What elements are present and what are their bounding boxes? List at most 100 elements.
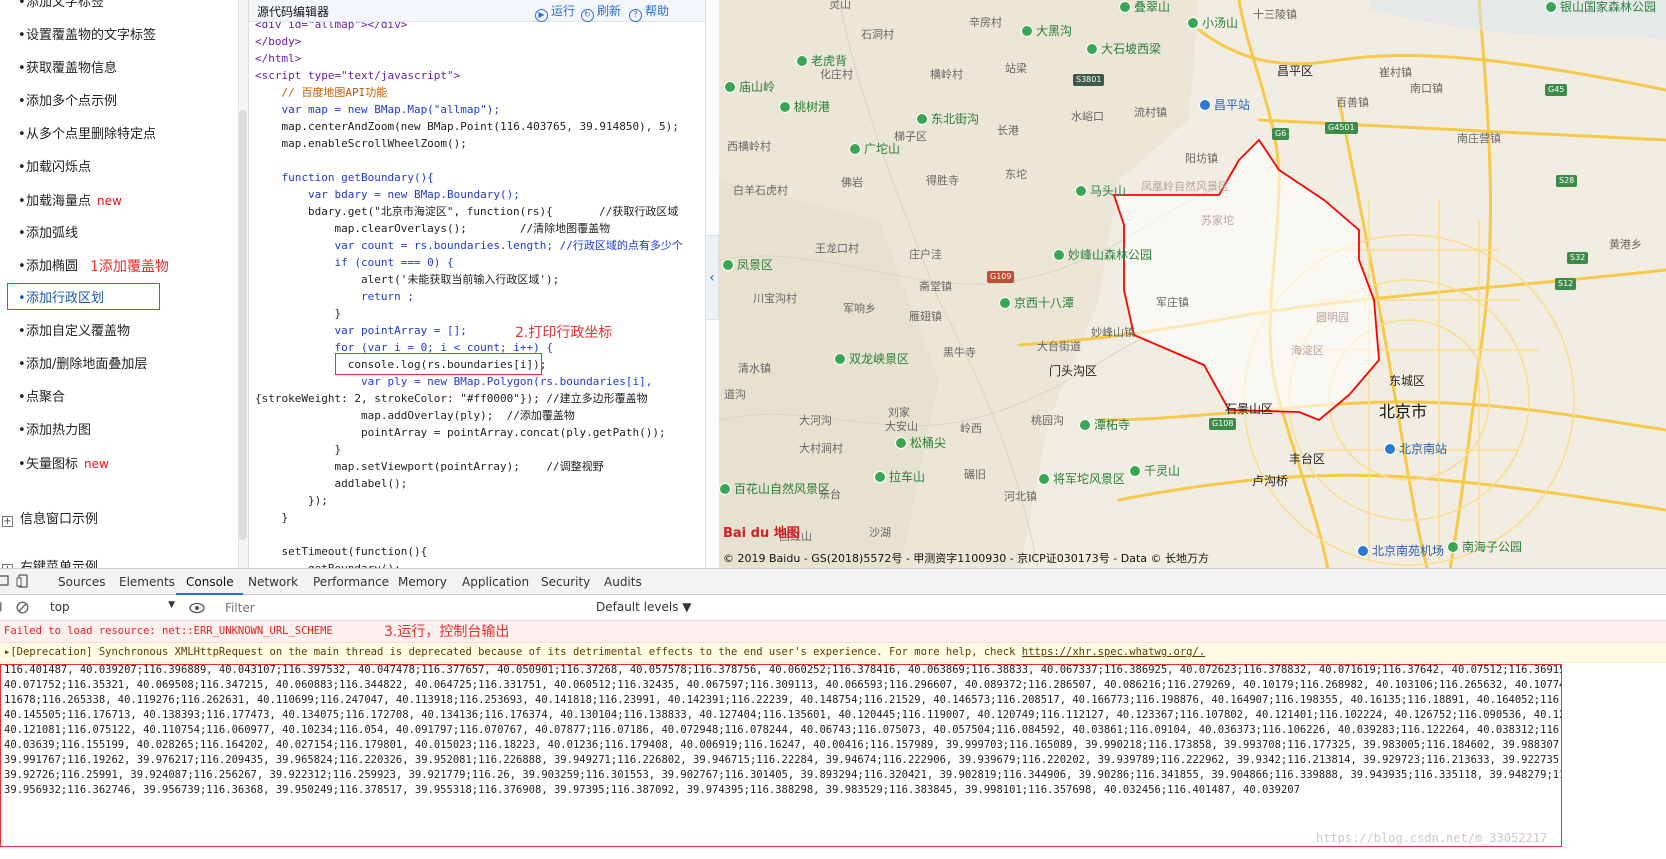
map-place-label[interactable]: 崔村镇 xyxy=(1379,64,1412,80)
map-place-label[interactable]: 碾旧 xyxy=(964,466,986,482)
map-place-label[interactable]: 桃园沟 xyxy=(1031,412,1064,428)
tab-console[interactable]: Console xyxy=(186,575,234,589)
map-place-label[interactable]: 岭西 xyxy=(960,420,982,436)
map-place-label[interactable]: 南庄营镇 xyxy=(1457,130,1501,146)
map-place-label[interactable]: 昌平区 xyxy=(1277,62,1313,79)
map-place-label[interactable]: 百花山自然风景区 xyxy=(719,480,830,497)
map-place-label[interactable]: 庙山岭 xyxy=(724,78,775,95)
map-place-label[interactable]: 小汤山 xyxy=(1187,14,1238,31)
clear-console-icon[interactable] xyxy=(16,601,29,614)
map-place-label[interactable]: 大黑沟 xyxy=(1021,22,1072,39)
map-place-label[interactable]: 石景山区 xyxy=(1225,400,1273,417)
map-place-label[interactable]: 大村涧村 xyxy=(799,440,843,456)
sidebar-toggle-icon[interactable]: ▮ xyxy=(0,599,3,613)
map-place-label[interactable]: 佛岩 xyxy=(841,174,863,190)
tab-security[interactable]: Security xyxy=(541,575,590,589)
nav-item[interactable]: •添加弧线 xyxy=(18,221,78,247)
nav-scrollbar[interactable] xyxy=(238,0,248,600)
map-place-label[interactable]: 大河沟 xyxy=(799,412,832,428)
map-place-label[interactable]: 拉车山 xyxy=(874,468,925,485)
map-place-label[interactable]: 梯子区 xyxy=(894,128,927,144)
map-place-label[interactable]: 川宝沟村 xyxy=(753,290,797,306)
nav-item[interactable]: •加载海量点 new xyxy=(18,188,122,214)
tab-application[interactable]: Application xyxy=(462,575,529,589)
map-place-label[interactable]: 妙峰山森林公园 xyxy=(1053,246,1152,263)
nav-item[interactable]: •添加热力图 xyxy=(18,418,91,444)
nav-item[interactable]: •添加文字标签 xyxy=(18,0,104,16)
nav-item[interactable]: •添加椭圆 xyxy=(18,254,78,280)
map-place-label[interactable]: 大石坡西梁 xyxy=(1086,40,1161,57)
collapse-editor-button[interactable]: ‹ xyxy=(705,235,719,320)
tab-performance[interactable]: Performance xyxy=(313,575,389,589)
map-place-label[interactable]: 白羊石虎村 xyxy=(733,182,788,198)
map-place-label[interactable]: 得胜寺 xyxy=(926,172,959,188)
map-place-label[interactable]: 辛房村 xyxy=(969,14,1002,30)
map-place-label[interactable]: 卢沟桥 xyxy=(1252,472,1288,489)
map-place-label[interactable]: 河北镇 xyxy=(1004,488,1037,504)
map-place-label[interactable]: 叠翠山 xyxy=(1119,0,1170,15)
map-place-label[interactable]: 南口镇 xyxy=(1410,80,1443,96)
map-place-label[interactable]: 军响乡 xyxy=(843,300,876,316)
map-place-label[interactable]: 桃树港 xyxy=(779,98,830,115)
help-button[interactable]: ? 帮助 xyxy=(629,2,669,22)
map-place-label[interactable]: 南海子公园 xyxy=(1447,538,1522,555)
map-place-label[interactable]: 灵山 xyxy=(829,0,851,12)
map-place-label[interactable]: 化庄村 xyxy=(820,66,853,82)
map-place-label[interactable]: 横岭村 xyxy=(930,66,963,82)
map-place-label[interactable]: 黄港乡 xyxy=(1609,236,1642,252)
refresh-button[interactable]: ↻ 刷新 xyxy=(581,2,621,22)
map-place-label[interactable]: 站梁 xyxy=(1005,60,1027,76)
nav-item[interactable]: •获取覆盖物信息 xyxy=(18,56,117,82)
map-place-label[interactable]: 阳坊镇 xyxy=(1185,150,1218,166)
map-place-label[interactable]: 长港 xyxy=(997,122,1019,138)
map-place-label[interactable]: 将军坨风景区 xyxy=(1038,470,1125,487)
map-place-label[interactable]: 水峪口 xyxy=(1071,108,1104,124)
map-place-label[interactable]: 苏家坨 xyxy=(1201,212,1234,228)
expand-icon[interactable]: + xyxy=(2,516,13,527)
map-place-label[interactable]: 东城区 xyxy=(1389,372,1425,389)
map-place-label[interactable]: 银山国家森林公园 xyxy=(1545,0,1656,15)
code-area[interactable]: <div id="allmap"></div> </body> </html> <sc… xyxy=(255,22,707,575)
map-place-label[interactable]: 海淀区 xyxy=(1291,342,1324,358)
map-place-label[interactable]: 东北街沟 xyxy=(916,110,979,127)
map-place-label[interactable]: 斋堂镇 xyxy=(919,278,952,294)
map-place-label[interactable]: 西横岭村 xyxy=(727,138,771,154)
map-place-label[interactable]: 千灵山 xyxy=(1129,462,1180,479)
baidu-map[interactable]: 灵山 石洞村 辛房村 大黑沟 叠翠山 小汤山 十三陵镇 银山国家森林公园 老虎背 化庄村 横岭村 站梁… xyxy=(719,0,1666,575)
nav-item[interactable]: •添加自定义覆盖物 xyxy=(18,319,130,345)
map-place-label[interactable]: 广坨山 xyxy=(849,140,900,157)
tab-elements[interactable]: Elements xyxy=(119,575,175,589)
nav-item[interactable]: •添加/删除地面叠加层 xyxy=(18,352,147,378)
inspect-icon[interactable] xyxy=(0,574,11,588)
nav-item[interactable]: •点聚合 xyxy=(18,385,65,411)
map-place-label[interactable]: 黑牛寺 xyxy=(943,344,976,360)
map-place-label[interactable]: 王龙口村 xyxy=(815,240,859,256)
tab-sources[interactable]: Sources xyxy=(58,575,105,589)
map-place-label[interactable]: 雁翅镇 xyxy=(909,308,942,324)
context-select[interactable]: top ▼ xyxy=(50,600,175,614)
map-place-label[interactable]: 门头沟区 xyxy=(1049,362,1097,379)
map-place-label[interactable]: 庄户洼 xyxy=(909,246,942,262)
nav-item[interactable]: •添加多个点示例 xyxy=(18,89,117,115)
tab-memory[interactable]: Memory xyxy=(398,575,447,589)
map-place-label[interactable]: 道沟 xyxy=(724,386,746,402)
map-place-label[interactable]: 潭柘寺 xyxy=(1079,416,1130,433)
eye-icon[interactable] xyxy=(189,602,205,614)
map-place-label[interactable]: 马头山 xyxy=(1075,182,1126,199)
map-place-label[interactable]: 清水镇 xyxy=(738,360,771,376)
run-button[interactable]: ▶ 运行 xyxy=(535,2,575,22)
map-place-label[interactable]: 京西十八潭 xyxy=(999,294,1074,311)
map-place-label[interactable]: 双龙峡景区 xyxy=(834,350,909,367)
map-place-label[interactable]: 丰台区 xyxy=(1289,450,1325,467)
xhr-spec-link[interactable]: https://xhr.spec.whatwg.org/. xyxy=(1022,646,1205,658)
map-place-label[interactable]: 北京南苑机场 xyxy=(1357,542,1444,559)
map-place-label[interactable]: 流村镇 xyxy=(1134,104,1167,120)
map-place-label[interactable]: 东坨 xyxy=(1005,166,1027,182)
nav-item[interactable]: •矢量图标 new xyxy=(18,451,109,477)
console-filter-input[interactable] xyxy=(222,598,587,618)
nav-item[interactable]: •加载闪烁点 xyxy=(18,155,91,181)
map-place-label[interactable]: 圆明园 xyxy=(1316,309,1349,325)
nav-item[interactable]: •从多个点里删除特定点 xyxy=(18,122,156,148)
map-place-label[interactable]: 百善镇 xyxy=(1336,94,1369,110)
log-levels-dropdown[interactable]: Default levels ▼ xyxy=(596,600,692,614)
